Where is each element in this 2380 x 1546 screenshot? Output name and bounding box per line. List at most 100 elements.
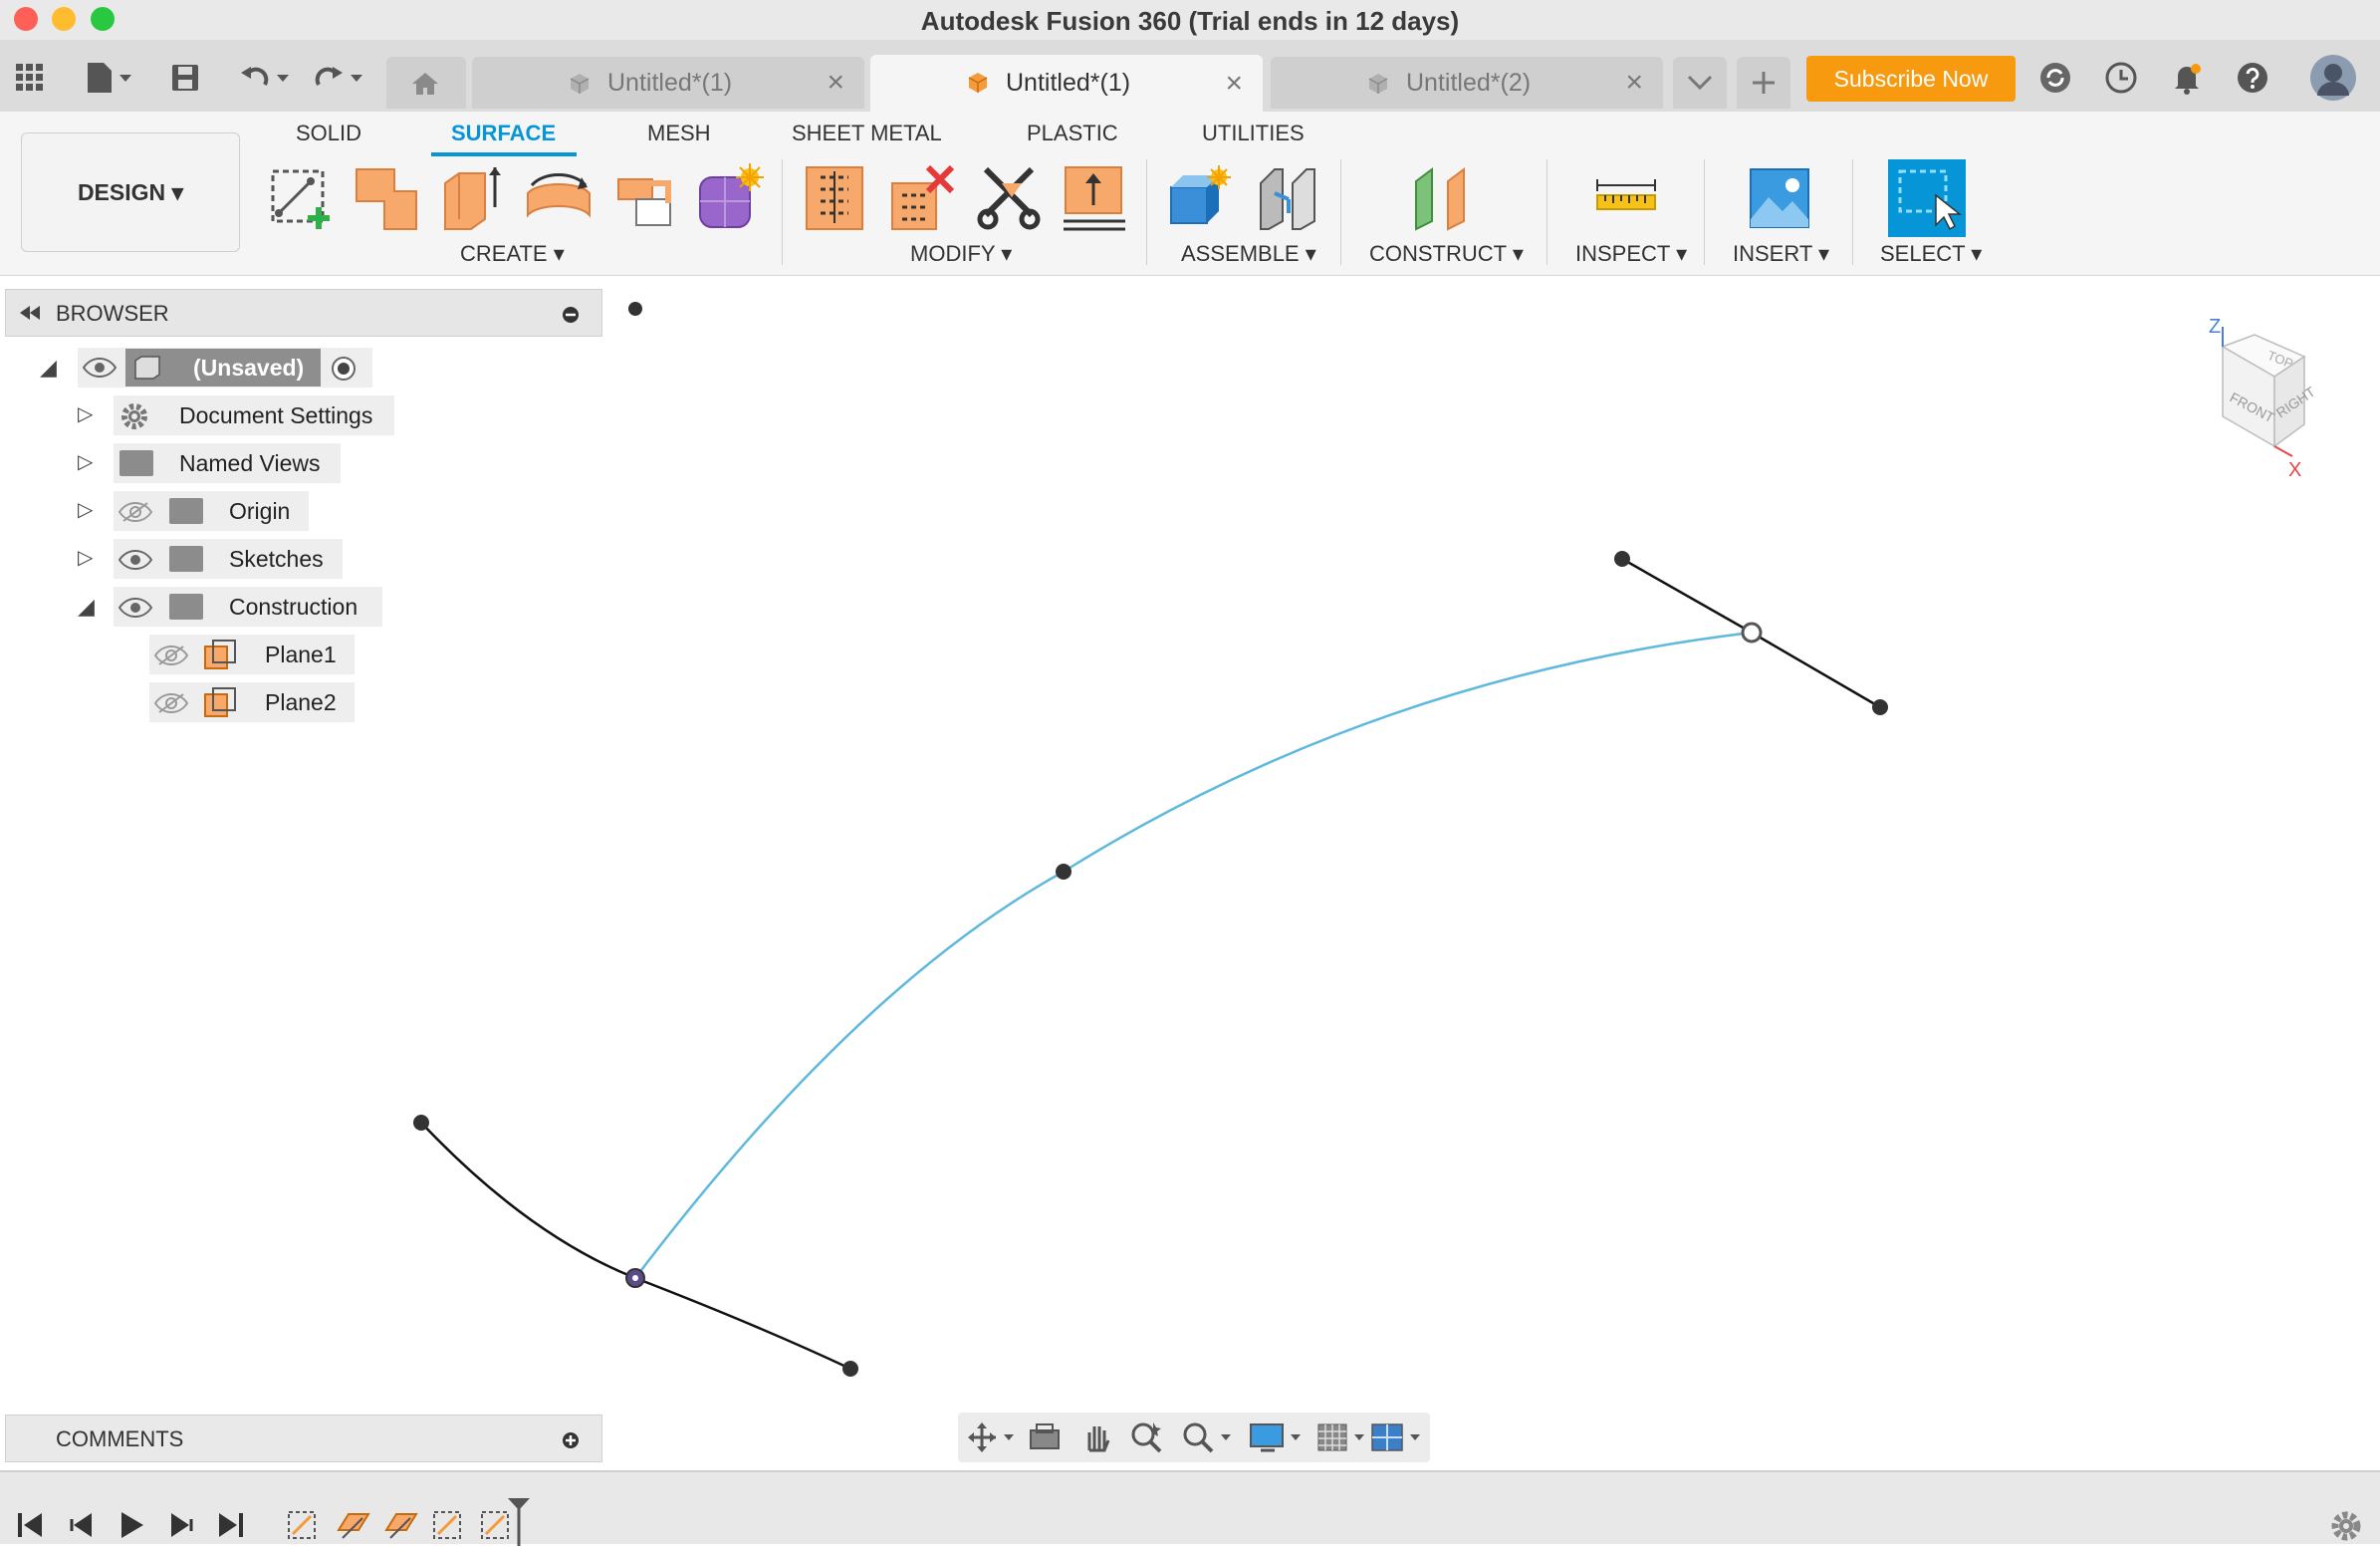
viewports-icon[interactable] [1370, 1420, 1426, 1454]
grid-settings-icon[interactable] [1316, 1420, 1372, 1454]
insert-image-icon[interactable] [1745, 163, 1814, 233]
construct-plane-icon[interactable] [1408, 163, 1478, 233]
arc-endpoint[interactable] [842, 1361, 858, 1377]
hidden-eye-icon[interactable] [118, 501, 153, 523]
tab-sheet-metal[interactable]: SHEET METAL [792, 121, 942, 146]
measure-ruler-icon[interactable] [1591, 163, 1661, 233]
expanded-triangle-icon[interactable]: ◢ [78, 594, 95, 620]
arc-endpoint[interactable] [413, 1115, 429, 1131]
comments-add-icon[interactable] [562, 1431, 580, 1449]
close-tab-icon[interactable]: × [1225, 67, 1243, 101]
help-icon[interactable] [2233, 58, 2272, 98]
tab-untitled-2[interactable]: Untitled*(2) × [1271, 57, 1663, 109]
joint-icon[interactable] [1253, 163, 1322, 233]
visibility-eye-icon[interactable] [118, 549, 153, 571]
create-sketch-icon[interactable] [267, 163, 337, 233]
close-tab-icon[interactable]: × [827, 66, 844, 100]
expanded-triangle-icon[interactable]: ◢ [40, 355, 57, 381]
workspace-design-dropdown[interactable]: DESIGN ▾ [21, 132, 240, 252]
tree-item-label[interactable]: Named Views [179, 443, 320, 483]
spline-fit-point[interactable] [1056, 864, 1071, 880]
tab-untitled-1[interactable]: Untitled*(1) × [472, 57, 864, 109]
comments-panel[interactable]: COMMENTS [5, 1415, 602, 1462]
subscribe-now-button[interactable]: Subscribe Now [1806, 56, 2016, 102]
tree-item-label[interactable]: Sketches [229, 539, 324, 579]
select-icon[interactable] [1888, 159, 1966, 237]
fit-zoom-icon[interactable] [1181, 1420, 1237, 1454]
visibility-eye-icon[interactable] [82, 357, 118, 379]
collapse-panel-icon[interactable] [18, 306, 42, 320]
create-group-label[interactable]: CREATE ▾ [460, 241, 565, 267]
trim-scissors-icon[interactable] [976, 163, 1046, 233]
file-menu-icon[interactable] [80, 58, 139, 98]
look-at-icon[interactable] [1028, 1422, 1062, 1452]
handle-endpoint[interactable] [1614, 551, 1630, 567]
history-clock-icon[interactable] [2101, 58, 2141, 98]
spline-endpoint[interactable] [1741, 622, 1763, 644]
tab-mesh[interactable]: MESH [647, 121, 711, 146]
collapsed-triangle-icon[interactable]: ▷ [78, 497, 93, 522]
revolve-icon[interactable] [524, 163, 594, 233]
tab-utilities[interactable]: UTILITIES [1202, 121, 1305, 146]
timeline-sketch-feature-icon[interactable] [430, 1508, 466, 1542]
data-panel-grid-icon[interactable] [12, 58, 48, 98]
timeline-settings-gear-icon[interactable] [2330, 1510, 2362, 1542]
timeline-sketch-feature-icon[interactable] [285, 1508, 321, 1542]
viewcube[interactable]: TOP FRONT RIGHT Z X [2187, 316, 2346, 486]
hidden-eye-icon[interactable] [153, 692, 189, 714]
inspect-group-label[interactable]: INSPECT ▾ [1575, 241, 1687, 267]
timeline-last-icon[interactable] [215, 1510, 245, 1540]
sweep-icon[interactable] [610, 163, 680, 233]
sketch-arc-lower[interactable] [420, 1122, 851, 1371]
tab-untitled-1-active[interactable]: Untitled*(1) × [870, 55, 1263, 112]
display-settings-icon[interactable] [1249, 1420, 1307, 1454]
orbit-move-icon[interactable] [964, 1420, 1016, 1454]
zoom-icon[interactable] [1129, 1420, 1165, 1454]
tree-item-label[interactable]: Document Settings [179, 395, 372, 435]
close-tab-icon[interactable]: × [1625, 66, 1643, 100]
new-component-icon[interactable] [1165, 163, 1235, 233]
press-pull-icon[interactable] [801, 163, 870, 233]
save-icon[interactable] [167, 58, 203, 98]
timeline-previous-icon[interactable] [68, 1510, 98, 1540]
activate-radio-icon[interactable] [331, 356, 357, 382]
undo-icon[interactable] [235, 58, 295, 98]
handle-endpoint[interactable] [1872, 699, 1888, 715]
hidden-eye-icon[interactable] [153, 644, 189, 666]
tree-item-label[interactable]: Construction [229, 587, 357, 627]
construct-group-label[interactable]: CONSTRUCT ▾ [1369, 241, 1524, 267]
collapsed-triangle-icon[interactable]: ▷ [78, 449, 93, 474]
browser-root-label[interactable]: (Unsaved) [193, 348, 304, 387]
extrude-icon[interactable] [353, 163, 422, 233]
tree-item-label[interactable]: Plane1 [265, 635, 337, 674]
modify-group-label[interactable]: MODIFY ▾ [910, 241, 1012, 267]
new-tab-plus-icon[interactable] [1737, 57, 1790, 109]
tree-item-label[interactable]: Plane2 [265, 682, 337, 722]
tab-surface[interactable]: SURFACE [451, 121, 556, 146]
tangent-handle-upper[interactable] [1621, 557, 1881, 709]
timeline-marker[interactable] [506, 1496, 532, 1546]
select-group-label[interactable]: SELECT ▾ [1880, 241, 1982, 267]
spline-start-point[interactable] [625, 1268, 645, 1288]
insert-group-label[interactable]: INSERT ▾ [1733, 241, 1829, 267]
timeline-next-icon[interactable] [165, 1510, 195, 1540]
extrude-surface-icon[interactable] [439, 163, 509, 233]
collapsed-triangle-icon[interactable]: ▷ [78, 401, 93, 426]
tree-item-label[interactable]: Origin [229, 491, 290, 531]
visibility-eye-icon[interactable] [118, 597, 153, 619]
timeline-first-icon[interactable] [16, 1510, 46, 1540]
pan-hand-icon[interactable] [1079, 1420, 1113, 1454]
delete-face-icon[interactable] [888, 163, 958, 233]
redo-icon[interactable] [309, 58, 368, 98]
patch-icon[interactable] [694, 163, 764, 233]
assemble-group-label[interactable]: ASSEMBLE ▾ [1181, 241, 1316, 267]
tab-solid[interactable]: SOLID [296, 121, 361, 146]
tab-plastic[interactable]: PLASTIC [1027, 121, 1118, 146]
browser-minimize-icon[interactable] [562, 306, 580, 324]
job-status-icon[interactable] [2035, 58, 2075, 98]
spline-curve[interactable] [634, 631, 1753, 1279]
timeline-play-icon[interactable] [118, 1510, 147, 1540]
thicken-icon[interactable] [1060, 163, 1129, 233]
home-tab[interactable] [386, 57, 466, 109]
notifications-bell-icon[interactable] [2167, 58, 2207, 98]
